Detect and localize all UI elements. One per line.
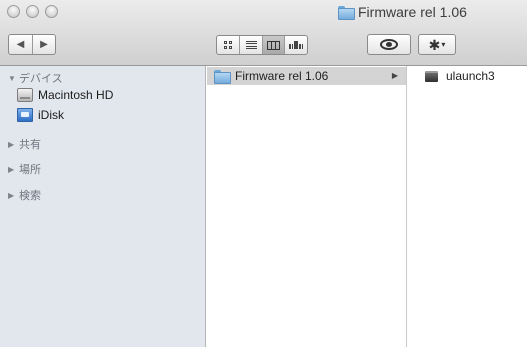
hard-drive-icon	[17, 88, 33, 102]
sidebar-section-label: 場所	[19, 164, 41, 176]
sidebar-section-label: 検索	[19, 190, 41, 202]
sidebar-section-label: デバイス	[19, 73, 63, 85]
disclosure-triangle-icon: ▶	[8, 139, 15, 149]
back-button[interactable]: ◀	[9, 35, 32, 54]
disclosure-triangle-icon: ▶	[8, 190, 15, 200]
view-switcher	[216, 35, 308, 55]
close-button[interactable]	[7, 5, 20, 18]
chevron-right-icon: ▶	[391, 71, 398, 80]
sidebar-section-places[interactable]: ▶ 場所	[8, 161, 41, 177]
sidebar-section-label: 共有	[19, 139, 41, 151]
disclosure-triangle-icon: ▼	[8, 73, 16, 83]
sidebar-section-devices[interactable]: ▼ デバイス	[8, 70, 63, 86]
idisk-icon	[17, 108, 33, 122]
folder-icon	[338, 6, 355, 20]
browser-column-1[interactable]: Firmware rel 1.06 ▶	[207, 66, 407, 347]
forward-button[interactable]: ▶	[31, 35, 55, 54]
zoom-button[interactable]	[45, 5, 58, 18]
coverflow-view-icon	[289, 41, 304, 49]
executable-icon	[425, 70, 438, 82]
coverflow-view-button[interactable]	[284, 36, 307, 54]
sidebar-section-search[interactable]: ▶ 検索	[8, 187, 41, 203]
sidebar-item-label: Macintosh HD	[38, 88, 114, 102]
window-title: Firmware rel 1.06	[338, 3, 467, 21]
list-item-label: Firmware rel 1.06	[235, 69, 329, 83]
sidebar-section-shared[interactable]: ▶ 共有	[8, 136, 41, 152]
action-menu-button[interactable]: ✱ ▾	[418, 34, 456, 55]
minimize-button[interactable]	[26, 5, 39, 18]
sidebar: ▼ デバイス Macintosh HD iDisk ▶ 共有 ▶ 場所 ▶ 検索	[0, 66, 206, 347]
column-view-icon	[267, 40, 281, 50]
browser-column-2[interactable]: ulaunch3	[408, 66, 527, 347]
list-item[interactable]: ulaunch3	[408, 67, 527, 85]
folder-icon	[214, 70, 231, 84]
icon-view-icon	[224, 41, 233, 49]
forward-arrow-icon: ▶	[40, 39, 48, 50]
icon-view-button[interactable]	[217, 36, 239, 54]
sidebar-item-idisk[interactable]: iDisk	[17, 108, 64, 122]
disclosure-triangle-icon: ▶	[8, 164, 15, 174]
back-arrow-icon: ◀	[16, 39, 25, 50]
sidebar-item-macintosh-hd[interactable]: Macintosh HD	[17, 88, 113, 102]
list-item-label: ulaunch3	[446, 69, 495, 83]
column-view-button[interactable]	[261, 36, 285, 54]
list-view-button[interactable]	[239, 36, 262, 54]
gear-icon: ✱	[428, 36, 441, 53]
list-view-icon	[245, 40, 257, 50]
quick-look-button[interactable]	[367, 34, 411, 55]
finder-window: Firmware rel 1.06 ◀ ▶ ✱ ▾ ▼ デバイス Macinto…	[0, 0, 527, 347]
list-item[interactable]: Firmware rel 1.06 ▶	[207, 67, 406, 85]
window-controls	[7, 5, 58, 18]
window-title-text: Firmware rel 1.06	[358, 4, 467, 20]
eye-icon	[380, 39, 398, 50]
navigation-buttons: ◀ ▶	[8, 34, 56, 55]
sidebar-item-label: iDisk	[38, 108, 64, 122]
toolbar: Firmware rel 1.06 ◀ ▶ ✱ ▾	[0, 0, 527, 66]
chevron-down-icon: ▾	[441, 40, 446, 49]
